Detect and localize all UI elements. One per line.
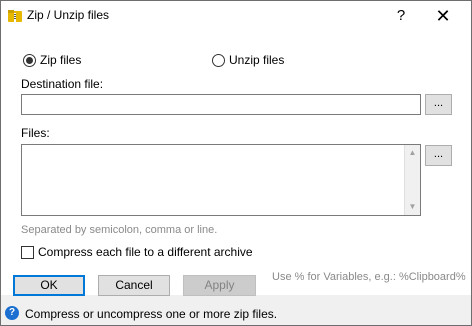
files-separator-hint: Separated by semicolon, comma or line. [21, 224, 218, 236]
scroll-down-icon[interactable]: ▼ [405, 199, 420, 215]
zip-files-radio[interactable]: Zip files [23, 53, 81, 67]
destination-file-label: Destination file: [21, 77, 104, 91]
files-scrollbar[interactable]: ▲ ▼ [404, 145, 420, 215]
folder-zip-icon [8, 10, 22, 22]
files-browse-button[interactable]: ... [425, 145, 452, 166]
cancel-button[interactable]: Cancel [98, 275, 170, 296]
unzip-files-radio[interactable]: Unzip files [212, 53, 284, 67]
compress-each-checkbox[interactable]: Compress each file to a different archiv… [21, 245, 253, 259]
destination-file-input[interactable] [21, 94, 421, 115]
dialog-content: Zip files Unzip files Destination file: … [1, 31, 471, 296]
compress-each-label: Compress each file to a different archiv… [38, 245, 253, 259]
radio-checked-icon [23, 53, 36, 67]
close-button[interactable]: ✕ [431, 4, 455, 28]
variables-hint: Use % for Variables, e.g.: %Clipboard% [272, 271, 466, 283]
help-info-icon: ? [5, 306, 19, 320]
help-button[interactable]: ? [389, 5, 413, 27]
ok-button[interactable]: OK [13, 275, 85, 296]
title-bar: Zip / Unzip files ? ✕ [1, 1, 471, 31]
checkbox-unchecked-icon [21, 245, 34, 259]
window-title: Zip / Unzip files [27, 8, 110, 22]
radio-unchecked-icon [212, 53, 225, 67]
scroll-up-icon[interactable]: ▲ [405, 145, 420, 161]
files-textarea[interactable]: ▲ ▼ [21, 144, 421, 216]
status-text: Compress or uncompress one or more zip f… [25, 307, 278, 321]
status-bar: ? Compress or uncompress one or more zip… [1, 303, 471, 325]
zip-unzip-dialog: Zip / Unzip files ? ✕ Zip files Unzip fi… [0, 0, 472, 326]
apply-button: Apply [183, 275, 256, 296]
unzip-files-label: Unzip files [229, 53, 285, 67]
destination-browse-button[interactable]: ... [425, 94, 452, 115]
zip-files-label: Zip files [40, 53, 82, 67]
files-label: Files: [21, 126, 50, 140]
